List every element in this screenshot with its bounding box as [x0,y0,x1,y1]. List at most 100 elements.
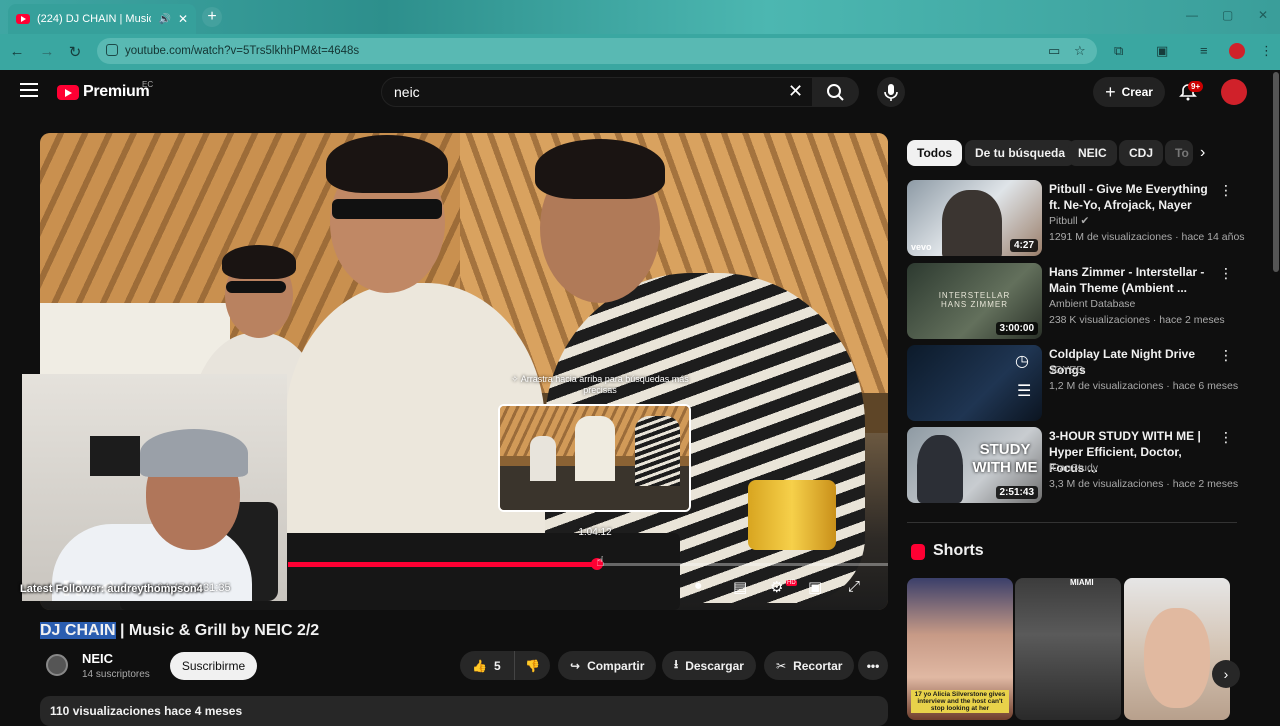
address-bar[interactable]: youtube.com/watch?v=5Trs5lkhhPM&t=4648s [97,38,1097,64]
bookmark-star-icon[interactable]: ☆ [1074,43,1086,59]
recommendation-channel[interactable]: Ambient Database [1049,298,1135,310]
clear-search-icon[interactable]: ✕ [788,81,803,102]
channel-avatar[interactable] [46,654,68,676]
share-label: Compartir [587,658,645,673]
new-tab-button[interactable]: + [202,7,222,27]
chevron-right-icon[interactable]: › [1200,144,1205,162]
plus-icon: + [1105,81,1116,102]
window-close-icon[interactable]: ✕ [1258,8,1268,22]
shorts-next-button[interactable]: › [1212,660,1240,688]
maximize-icon[interactable]: ▢ [1222,8,1233,22]
recommendation-channel[interactable]: Pitbull ✔ [1049,215,1089,227]
vevo-label: vevo [911,242,932,252]
close-tab-icon[interactable]: ✕ [178,12,188,26]
account-avatar[interactable] [1221,79,1247,105]
webcam-cap [140,429,248,477]
cast-icon[interactable]: ▭ [1048,43,1060,59]
clip-label: Recortar [793,658,843,673]
chip-cdj[interactable]: CDJ [1119,140,1164,166]
duration-badge: 2:51:43 [995,486,1038,499]
short-item[interactable]: 17 yo Alicia Silverstone gives interview… [907,578,1013,720]
video-sunglasses-center [332,199,442,219]
site-info-icon[interactable] [106,44,118,56]
recommendation-thumbnail[interactable]: STUDY WITH ME 2:51:43 [907,427,1042,503]
description-meta: 110 visualizaciones hace 4 meses [50,704,243,718]
thumb-study-text: STUDY WITH ME [972,441,1038,476]
youtube-play-icon [57,84,79,100]
recommendation-channel[interactable]: JOYED [1049,364,1084,376]
more-vertical-icon[interactable]: ⋮ [1219,347,1233,364]
share-button[interactable]: ↪ Compartir [558,651,657,680]
voice-search-button[interactable] [877,77,905,107]
download-button[interactable]: ⭳ Descargar [662,651,756,680]
more-vertical-icon[interactable]: ⋮ [1219,429,1233,446]
scissors-icon: ✂ [776,658,787,673]
progress-played[interactable] [288,562,596,567]
watch-later-icon[interactable]: ◷ [1015,351,1029,371]
clip-button[interactable]: ✂ Recortar [764,651,855,680]
reload-icon[interactable]: ↻ [66,43,84,61]
preview-person-3 [635,416,680,486]
browser-tab[interactable]: (224) DJ CHAIN | Music & G 🔊 ✕ [8,4,196,34]
latest-follower-overlay: Latest Follower: audreythompson4 [20,583,203,595]
search-button[interactable] [813,77,859,107]
youtube-favicon-icon [16,14,30,24]
autoplay-toggle-icon[interactable]: ⏺ [695,578,702,594]
chip-neic[interactable]: NEIC [1068,140,1117,166]
search-input[interactable]: neic [381,77,813,107]
recommendation-thumbnail[interactable]: vevo 4:27 [907,180,1042,256]
thumb-interstellar-text: INTERSTELLAR HANS ZIMMER [938,291,1011,309]
download-icon: ⭳ [674,657,679,671]
webcam-overlay [22,374,287,601]
back-icon[interactable]: ← [8,43,26,60]
speaker-icon[interactable]: 🔊 [158,14,170,25]
browser-menu-icon[interactable]: ⋮ [1260,43,1273,59]
mouse-cursor-icon: ☝ [596,553,605,569]
webcam-tv [90,436,140,476]
media-control-icon[interactable]: ≡ [1200,43,1208,58]
recommendation-item[interactable]: STUDY WITH ME 2:51:43 3-HOUR STUDY WITH … [907,427,1238,503]
chip-related-search[interactable]: De tu búsqueda [965,140,1076,166]
create-button[interactable]: + Crear [1093,77,1165,107]
logo-text: Premium [83,83,150,100]
like-button[interactable]: 👍 5 [460,651,514,680]
description-box[interactable]: 110 visualizaciones hace 4 meses [40,696,888,726]
channel-name[interactable]: NEIC [82,651,113,666]
recommendation-title[interactable]: Hans Zimmer - Interstellar - Main Theme … [1049,264,1219,296]
tab-search-icon[interactable]: ▣ [1156,43,1168,59]
youtube-logo[interactable]: Premium [57,83,150,101]
dislike-button[interactable]: 👎 [514,651,550,680]
chip-truncated[interactable]: To [1165,140,1193,166]
recommendation-channel[interactable]: ICanStudy [1049,462,1098,474]
recommendation-item[interactable]: INTERSTELLAR HANS ZIMMER 3:00:00 Hans Zi… [907,263,1237,339]
recommendation-item[interactable]: ◷ ☰ Coldplay Late Night Drive Songs JOYE… [907,345,1238,421]
short-item[interactable]: MIAMI [1015,578,1121,720]
seek-preview-thumbnail [498,404,691,512]
more-vertical-icon[interactable]: ⋮ [1219,265,1233,282]
create-label: Crear [1121,85,1153,99]
download-label: Descargar [685,658,744,673]
minimize-icon[interactable]: — [1186,8,1198,22]
profile-avatar[interactable] [1229,43,1245,59]
url-text: youtube.com/watch?v=5Trs5lkhhPM&t=4648s [125,45,360,57]
subscribe-button[interactable]: Suscribirme [170,652,257,680]
short-item[interactable] [1124,578,1230,720]
chip-all[interactable]: Todos [907,140,963,166]
recommendation-thumbnail[interactable]: INTERSTELLAR HANS ZIMMER 3:00:00 [907,263,1042,339]
more-actions-button[interactable]: ••• [858,651,888,680]
fullscreen-icon[interactable]: ⤢ [848,578,860,595]
recommendation-title[interactable]: Pitbull - Give Me Everything ft. Ne-Yo, … [1049,181,1219,213]
forward-icon[interactable]: → [38,43,56,60]
extensions-icon[interactable]: ⧉ [1114,43,1123,59]
scrollbar[interactable] [1273,72,1279,272]
more-vertical-icon[interactable]: ⋮ [1219,182,1233,199]
video-title-highlight: DJ CHAIN [40,622,116,639]
settings-gear-icon[interactable]: ⚙ [770,578,783,596]
video-sunglasses-left [226,281,286,293]
recommendation-thumbnail[interactable]: ◷ ☰ [907,345,1042,421]
recommendation-item[interactable]: vevo 4:27 Pitbull - Give Me Everything f… [907,180,1245,256]
hamburger-menu-icon[interactable] [20,83,38,97]
subtitles-icon[interactable]: ▤ [733,578,747,596]
add-to-queue-icon[interactable]: ☰ [1017,381,1031,401]
miniplayer-icon[interactable]: ▣ [808,578,822,596]
